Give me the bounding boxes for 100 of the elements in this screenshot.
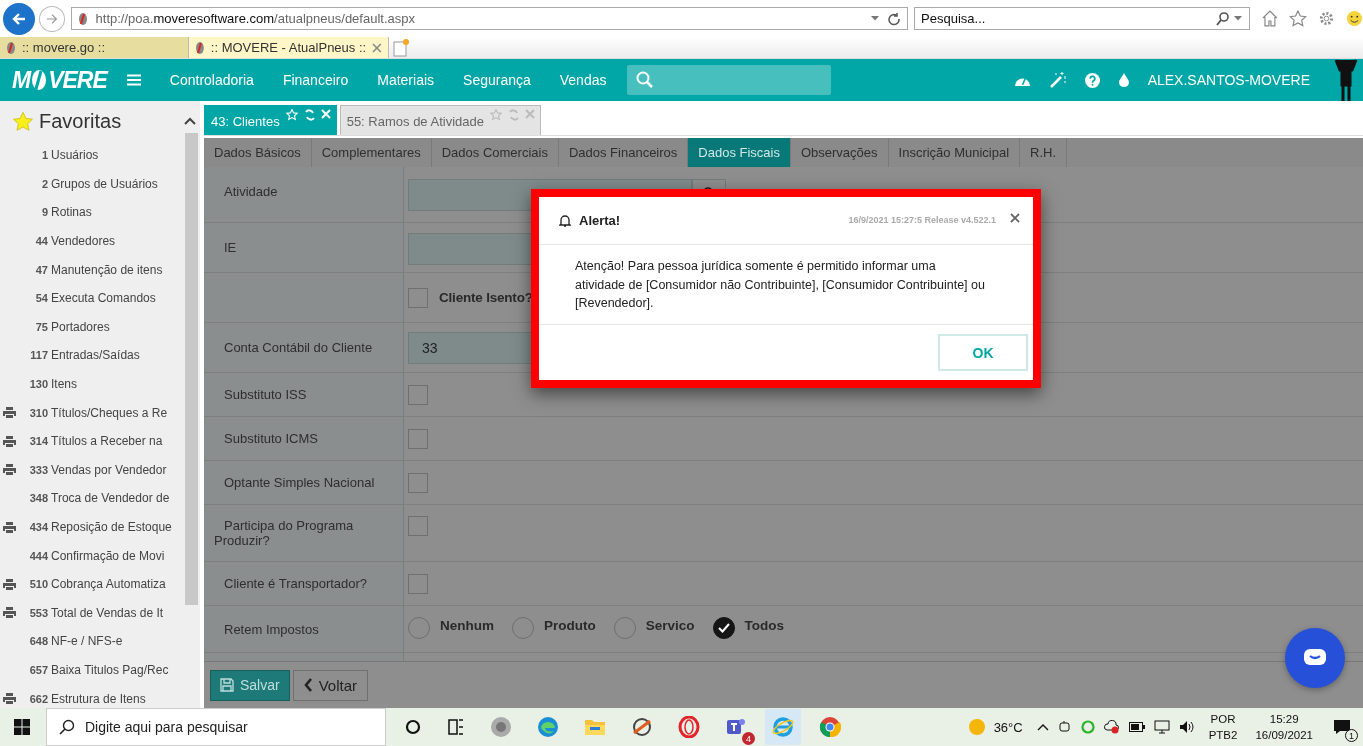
page-icon — [195, 40, 205, 55]
drop-icon[interactable] — [1118, 73, 1129, 87]
field-label: Substituto ISS — [224, 387, 307, 402]
sidebar-item[interactable]: 444 Confirmação de Movi — [0, 541, 200, 570]
sidebar-item[interactable]: 117 Entradas/Saídas — [0, 341, 200, 370]
notification-badge: 1 — [1345, 729, 1358, 742]
sidebar-item[interactable]: 648 NF-e / NFS-e — [0, 627, 200, 656]
close-icon[interactable] — [1010, 212, 1020, 223]
page-icon — [77, 11, 88, 26]
field-label: Cliente é Transportador? — [224, 576, 368, 591]
browser-tab[interactable]: :: movere.go :: — [0, 37, 189, 58]
star-icon — [12, 110, 34, 132]
sidebar-item[interactable]: 310 Títulos/Cheques a Re — [0, 398, 200, 427]
new-tab-icon[interactable] — [391, 37, 411, 58]
field-label: IE — [224, 240, 237, 255]
star-icon[interactable] — [1289, 10, 1308, 27]
dialog-timestamp: 16/9/2021 15:27:5 Release v4.522.1 — [848, 214, 996, 225]
checkbox[interactable] — [408, 384, 428, 405]
field-label: Substituto ICMS — [224, 431, 318, 446]
tab[interactable]: Dados Fiscais — [688, 138, 791, 167]
cloud-error-icon[interactable] — [1103, 720, 1120, 734]
smiley-icon[interactable] — [1346, 10, 1363, 27]
sidebar-item[interactable]: 9 Rotinas — [0, 198, 200, 227]
radio-button[interactable] — [712, 617, 735, 639]
home-icon[interactable] — [1260, 10, 1279, 27]
clock[interactable]: 15:29 16/09/2021 — [1255, 711, 1313, 743]
search-box[interactable]: Pesquisa... — [914, 7, 1250, 30]
sidebar-item[interactable]: 75 Portadores — [0, 312, 200, 342]
caret-down-icon[interactable] — [871, 16, 881, 21]
search-field[interactable] — [627, 65, 832, 95]
meeting-icon[interactable] — [1057, 720, 1072, 734]
battery-icon[interactable] — [1128, 722, 1145, 732]
notifications-icon[interactable] — [1333, 719, 1351, 735]
caret-down-icon[interactable] — [1233, 16, 1243, 21]
dialog-title: Alerta! — [579, 213, 621, 228]
sidebar-item[interactable]: 314 Títulos a Receber na — [0, 426, 200, 456]
chrome-icon[interactable] — [819, 716, 841, 738]
bell-icon — [559, 214, 571, 227]
save-button[interactable]: Salvar — [210, 669, 290, 701]
checkbox[interactable] — [408, 472, 428, 493]
address-field[interactable]: http://poa.moveresoftware.com/atualpneus/default.aspx — [70, 7, 909, 30]
opera-icon[interactable] — [678, 716, 700, 738]
sidebar-item[interactable]: 553 Total de Vendas de It — [0, 598, 200, 628]
checkbox[interactable] — [408, 287, 428, 308]
field-label: Retem Impostos — [224, 621, 319, 637]
edge-icon[interactable] — [537, 716, 559, 738]
search-field[interactable]: Pesquisa... — [921, 11, 1216, 26]
app-icon[interactable] — [631, 716, 653, 738]
refresh-icon[interactable] — [888, 11, 902, 26]
settings-icon[interactable] — [1318, 10, 1336, 27]
field-label: Optante Simples Nacional — [224, 475, 375, 490]
temperature[interactable]: 36°C — [993, 719, 1023, 735]
volume-icon[interactable] — [1178, 720, 1195, 734]
forward-button[interactable] — [38, 5, 65, 32]
radio-label: Todos — [744, 617, 785, 633]
sidebar-item[interactable]: 47 Manutenção de itens — [0, 255, 200, 284]
back-button[interactable] — [3, 2, 35, 35]
sidebar-item[interactable]: 657 Baixa Titulos Pag/Rec — [0, 655, 200, 685]
chevron-up-icon[interactable] — [1036, 723, 1049, 731]
windows-start-icon[interactable] — [14, 719, 30, 735]
check-icon — [717, 623, 730, 633]
network-icon[interactable] — [1153, 720, 1170, 734]
task-view-icon[interactable] — [447, 718, 465, 736]
checkbox[interactable] — [408, 516, 428, 536]
checkbox[interactable] — [408, 573, 428, 594]
folder-icon[interactable] — [584, 717, 606, 737]
sidebar-item[interactable]: 333 Vendas por Vendedor — [0, 455, 200, 485]
sidebar-item[interactable]: 54 Executa Comandos — [0, 283, 200, 313]
star-icon[interactable] — [489, 109, 502, 121]
back-button[interactable]: Voltar — [292, 669, 369, 701]
close-icon[interactable] — [372, 42, 382, 53]
status-ring-icon[interactable] — [1080, 720, 1095, 734]
speaker-app-icon[interactable] — [490, 716, 512, 738]
tab[interactable]: 55: Ramos de Atividade — [339, 105, 541, 135]
dialog-message: Atenção! Para pessoa jurídica somente é permitido informar uma atividade de [Consumidor não Contribuinte], [Consumidor Contribuinte] ou [Revendedor]. — [575, 258, 986, 312]
sidebar-item[interactable]: 510 Cobrança Automatiza — [0, 569, 200, 599]
sidebar-item[interactable]: 348 Troca de Vendedor de — [0, 484, 200, 513]
sidebar-item[interactable]: 44 Vendedores — [0, 226, 200, 256]
magic-wand-icon[interactable] — [1049, 72, 1066, 88]
browser-tab[interactable]: :: MOVERE - AtualPneus :: — [189, 37, 389, 58]
sidebar-item[interactable]: 2 Grupos de Usuários — [0, 169, 200, 199]
cortana-icon[interactable] — [404, 718, 422, 736]
menu-icon[interactable] — [126, 74, 141, 86]
internet-explorer-icon[interactable] — [765, 709, 801, 745]
search-field[interactable]: Digite aqui para pesquisar — [85, 719, 385, 735]
search-box[interactable]: Digite aqui para pesquisar — [46, 708, 386, 746]
field-label: Conta Contábil do Cliente — [224, 340, 373, 355]
person-icon — [1334, 59, 1358, 101]
sidebar-item[interactable]: 1 Usuários — [0, 141, 200, 170]
sidebar-title: Favoritas — [39, 109, 122, 133]
language-indicator[interactable]: POR PTB2 — [1208, 711, 1238, 743]
sidebar-item[interactable]: 130 Itens — [0, 369, 200, 399]
sidebar-item[interactable]: 434 Reposição de Estoque — [0, 512, 200, 542]
radio-label: Servico — [645, 617, 695, 633]
help-icon[interactable] — [1084, 72, 1100, 88]
checkbox[interactable] — [408, 428, 428, 449]
arrow-left-icon — [10, 10, 27, 27]
collapse-icon[interactable] — [184, 117, 196, 125]
field-label: Atividade — [224, 184, 278, 199]
scrollbar[interactable] — [185, 133, 198, 605]
